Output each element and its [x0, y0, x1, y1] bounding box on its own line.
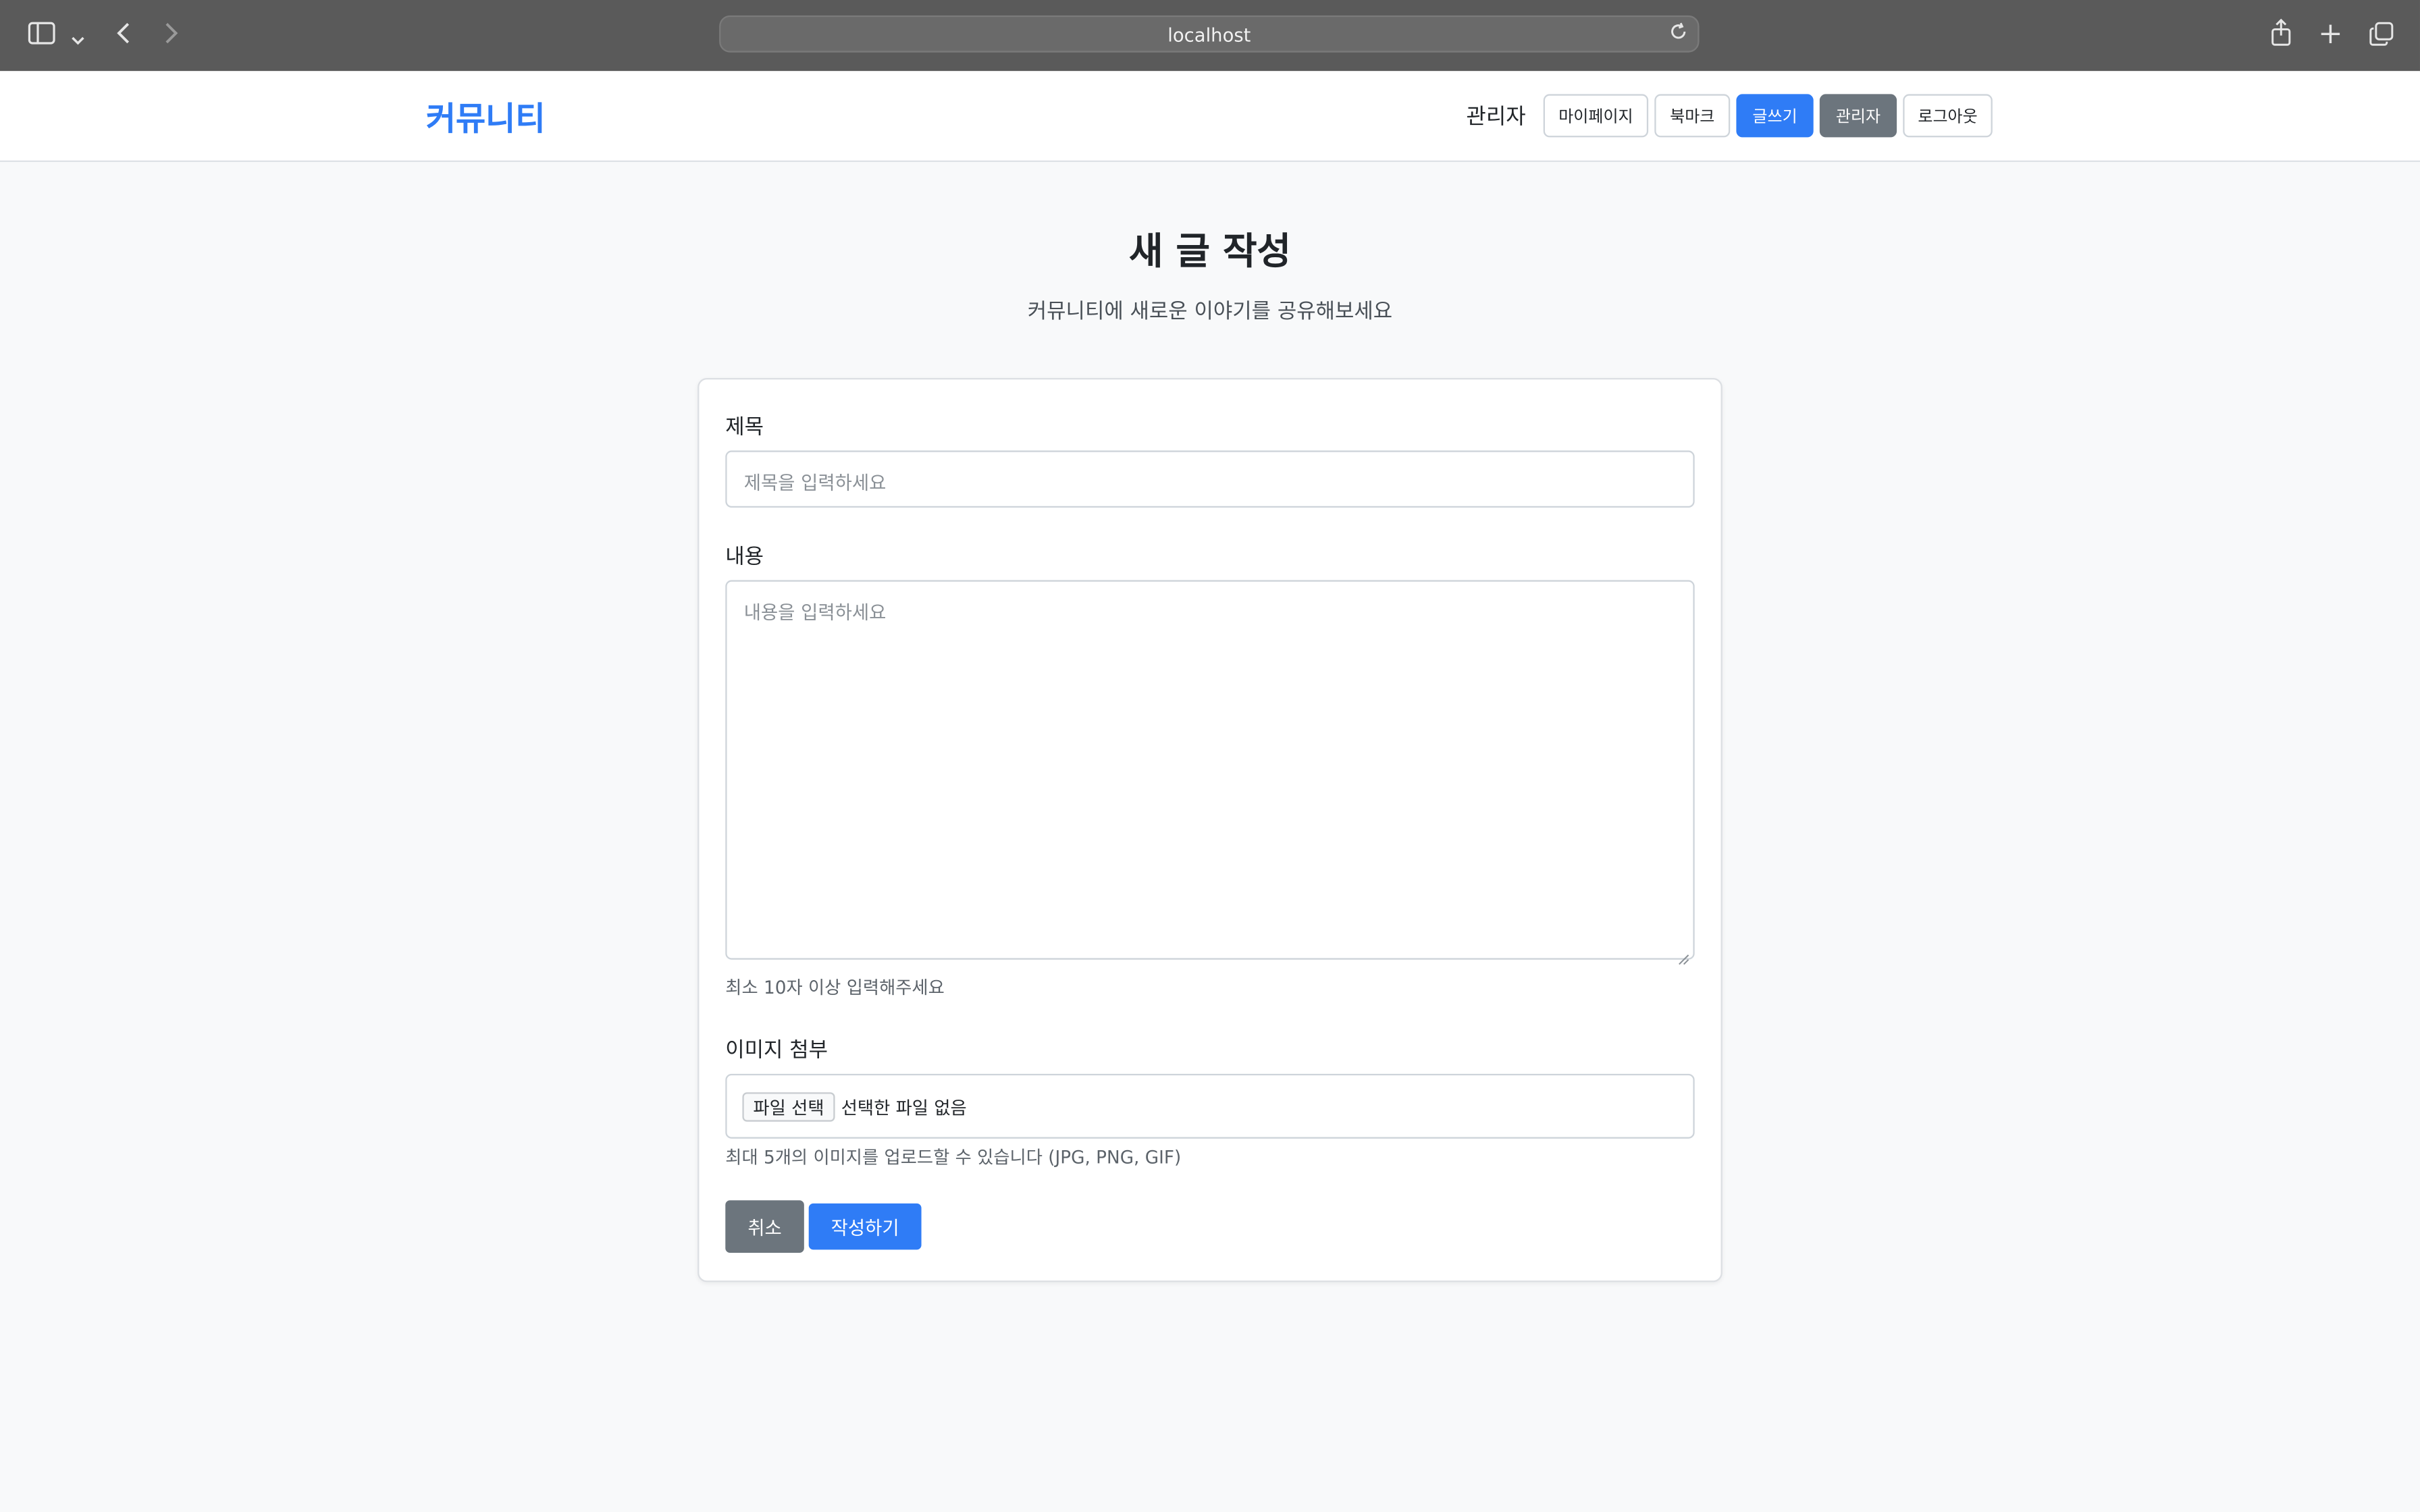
file-status-text: 선택한 파일 없음: [841, 1097, 967, 1119]
url-text: localhost: [1167, 24, 1251, 47]
logout-button[interactable]: 로그아웃: [1903, 94, 1993, 138]
current-user-name: 관리자: [1466, 105, 1526, 130]
file-select-button[interactable]: 파일 선택: [742, 1092, 835, 1122]
image-help-text: 최대 5개의 이미지를 업로드할 수 있습니다 (JPG, PNG, GIF): [725, 1146, 1182, 1168]
cancel-button[interactable]: 취소: [725, 1200, 804, 1253]
chevron-down-icon[interactable]: [71, 26, 85, 51]
image-file-input[interactable]: 파일 선택 선택한 파일 없음: [725, 1073, 1695, 1139]
forward-icon[interactable]: [163, 22, 179, 49]
new-tab-icon[interactable]: [2319, 23, 2341, 49]
page-subtitle: 커뮤니티에 새로운 이야기를 공유해보세요: [1027, 299, 1393, 324]
title-label: 제목: [725, 414, 764, 440]
back-icon[interactable]: [115, 22, 131, 49]
share-icon[interactable]: [2270, 18, 2292, 51]
page-title: 새 글 작성: [1128, 230, 1292, 273]
content-placeholder: 내용을 입력하세요: [743, 601, 887, 624]
site-logo[interactable]: 커뮤니티: [426, 94, 546, 140]
bookmark-button[interactable]: 북마크: [1654, 94, 1731, 138]
mypage-button[interactable]: 마이페이지: [1543, 94, 1649, 138]
site-navbar: 커뮤니티 관리자 마이페이지 북마크 글쓰기 관리자 로그아웃: [0, 71, 2420, 162]
sidebar-icon[interactable]: [28, 22, 55, 49]
tabs-overview-icon[interactable]: [2369, 22, 2394, 51]
content-help-text: 최소 10자 이상 입력해주세요: [725, 976, 945, 998]
write-button[interactable]: 글쓰기: [1736, 94, 1814, 138]
browser-toolbar: localhost: [0, 0, 2420, 73]
title-input[interactable]: 제목을 입력하세요: [725, 450, 1695, 508]
resize-handle-icon[interactable]: [1678, 943, 1690, 965]
content-textarea[interactable]: 내용을 입력하세요: [725, 580, 1695, 965]
address-bar[interactable]: localhost: [719, 15, 1700, 53]
admin-button[interactable]: 관리자: [1819, 94, 1897, 138]
image-label: 이미지 첨부: [725, 1038, 828, 1063]
submit-button[interactable]: 작성하기: [808, 1203, 922, 1250]
reload-icon[interactable]: [1668, 22, 1689, 48]
content-label: 내용: [725, 544, 764, 570]
title-placeholder: 제목을 입력하세요: [743, 472, 887, 494]
